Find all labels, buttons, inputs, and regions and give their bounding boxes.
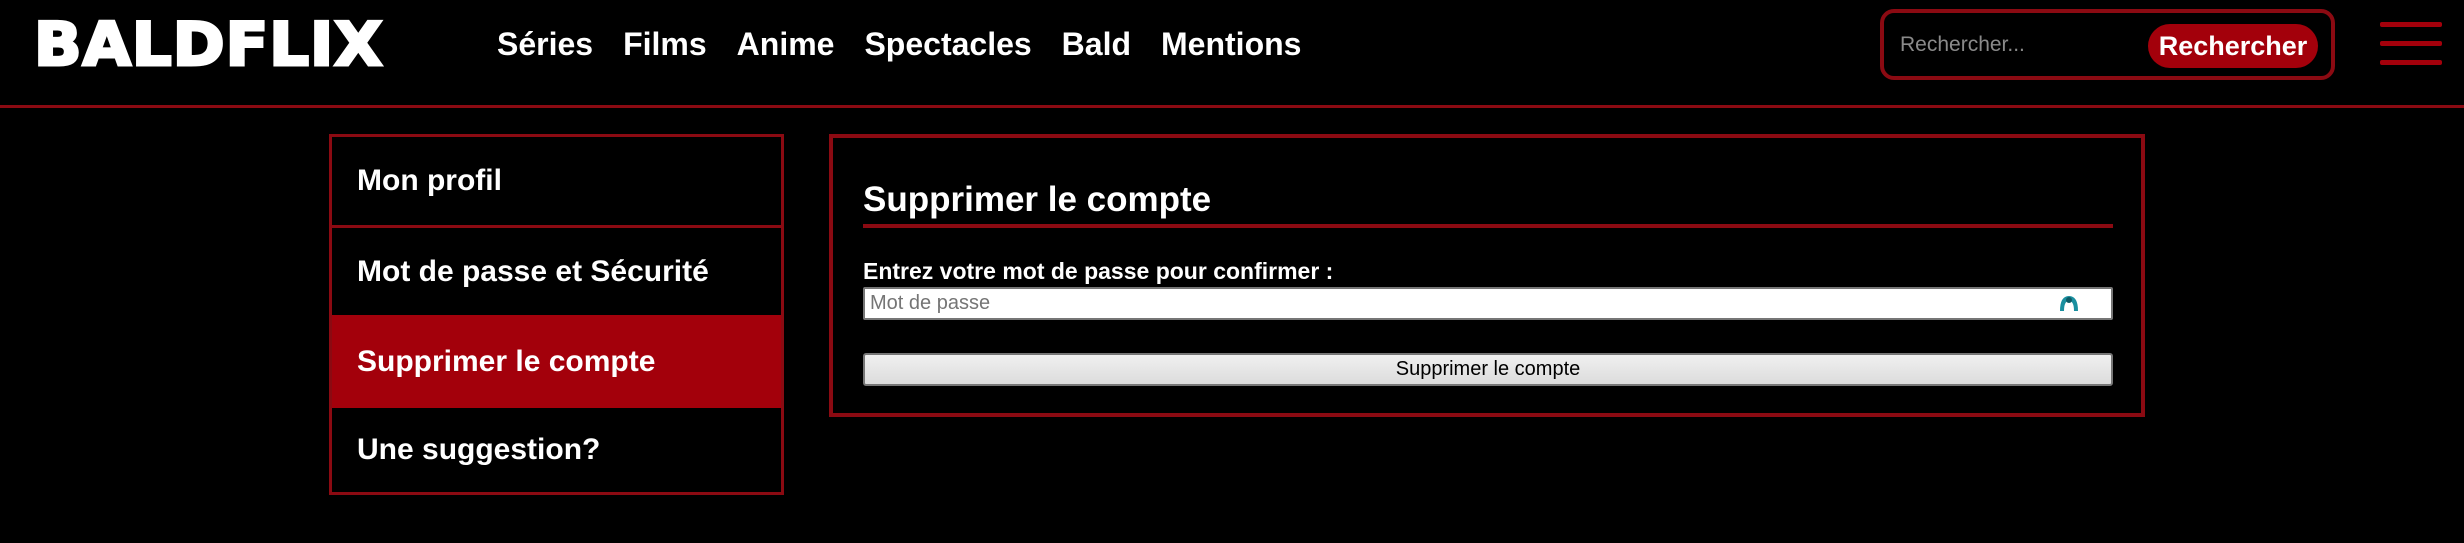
search-form: Rechercher (1880, 9, 2335, 80)
nav-item-bald[interactable]: Bald (1062, 26, 1131, 63)
search-input[interactable] (1898, 29, 2138, 61)
sidebar-item-suggestion[interactable]: Une suggestion? (332, 406, 781, 494)
nav-item-anime[interactable]: Anime (737, 26, 835, 63)
nav-item-spectacles[interactable]: Spectacles (864, 26, 1031, 63)
nav-item-series[interactable]: Séries (497, 26, 593, 63)
baldflix-logo[interactable]: BALDFLIX (32, 13, 384, 78)
nav-item-films[interactable]: Films (623, 26, 707, 63)
delete-account-button[interactable]: Supprimer le compte (863, 353, 2113, 386)
sidebar-item-supprimer-compte[interactable]: Supprimer le compte (332, 315, 781, 408)
nav-item-mentions[interactable]: Mentions (1161, 26, 1301, 63)
sidebar-item-mon-profil[interactable]: Mon profil (332, 137, 781, 225)
password-field[interactable] (863, 287, 2113, 320)
search-button[interactable]: Rechercher (2148, 24, 2318, 68)
title-underline (863, 224, 2113, 228)
account-sidebar: Mon profil Mot de passe et Sécurité Supp… (329, 134, 784, 495)
hamburger-menu-icon[interactable] (2380, 22, 2442, 68)
delete-account-panel: Supprimer le compte Entrez votre mot de … (829, 134, 2145, 417)
main-nav: Séries Films Anime Spectacles Bald Menti… (497, 22, 1331, 66)
site-header: BALDFLIX Séries Films Anime Spectacles B… (0, 0, 2464, 108)
password-label: Entrez votre mot de passe pour confirmer… (863, 258, 1334, 284)
password-manager-icon[interactable] (2058, 292, 2080, 314)
page-title: Supprimer le compte (863, 180, 1212, 219)
sidebar-item-mot-de-passe[interactable]: Mot de passe et Sécurité (332, 228, 781, 316)
